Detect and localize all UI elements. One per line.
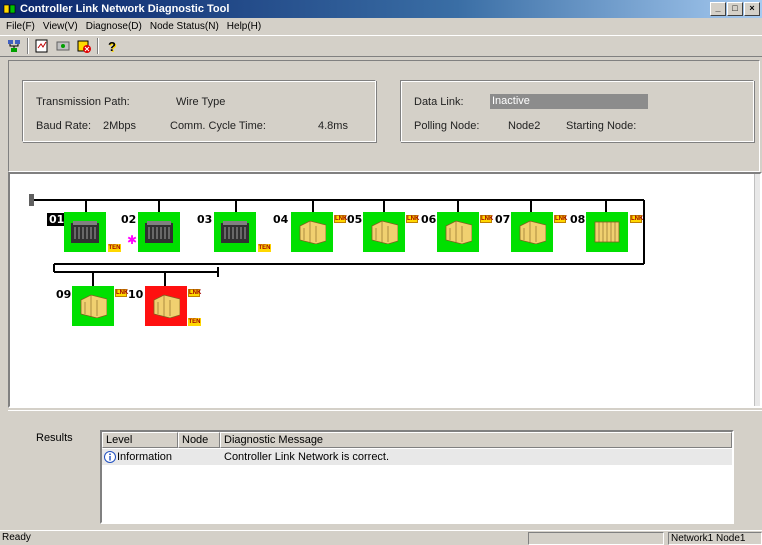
- node-08[interactable]: LNK: [586, 212, 643, 252]
- node-03[interactable]: TEN: [214, 212, 271, 252]
- node-number-07: 07: [495, 213, 511, 226]
- plc-dark-icon: [71, 221, 99, 243]
- results-list[interactable]: Level Node Diagnostic Message Informatio…: [100, 430, 734, 524]
- lnk-badge: LNK: [188, 289, 202, 297]
- plc-tan-icon: [519, 220, 546, 244]
- ten-badge: TEN: [188, 318, 201, 326]
- plc-tan-icon: [299, 220, 326, 244]
- lnk-badge: LNK: [334, 215, 348, 223]
- node-number-02: 02: [121, 213, 137, 226]
- status-network-node: Network1 Node1: [668, 532, 762, 545]
- node-06[interactable]: LNK: [437, 212, 493, 252]
- node-number-08: 08: [570, 213, 586, 226]
- status-bar: Ready Network1 Node1: [0, 530, 762, 545]
- node-number-04: 04: [273, 213, 289, 226]
- plc-dark-icon: [145, 221, 173, 243]
- lnk-badge: LNK: [554, 215, 568, 223]
- plc-tan-icon: [594, 221, 620, 243]
- lnk-badge: LNK: [406, 215, 420, 223]
- node-01[interactable]: TEN: [64, 212, 121, 252]
- ten-badge: TEN: [108, 244, 121, 252]
- node-number-06: 06: [421, 213, 437, 226]
- node-number-03: 03: [197, 213, 213, 226]
- plc-tan-icon: [80, 294, 107, 318]
- column-header-level[interactable]: Level: [102, 432, 178, 448]
- column-header-message[interactable]: Diagnostic Message: [220, 432, 732, 448]
- node-number-10: 10: [128, 288, 144, 301]
- column-header-node[interactable]: Node: [178, 432, 220, 448]
- ten-badge: TEN: [258, 244, 271, 252]
- node-number-05: 05: [347, 213, 363, 226]
- lnk-badge: LNK: [630, 215, 644, 223]
- information-icon: [104, 451, 116, 463]
- plc-tan-icon: [153, 294, 180, 318]
- node-number-09: 09: [56, 288, 72, 301]
- node-04[interactable]: LNK: [291, 212, 347, 252]
- results-label: Results: [36, 432, 73, 444]
- node-05[interactable]: LNK: [363, 212, 419, 252]
- node-02[interactable]: [138, 212, 180, 252]
- result-level: Information: [117, 451, 173, 463]
- result-message: Controller Link Network is correct.: [224, 451, 390, 463]
- lnk-badge: LNK: [480, 215, 494, 223]
- lnk-badge: LNK: [115, 289, 129, 297]
- polling-star-icon: ✱: [127, 233, 138, 247]
- plc-tan-icon: [371, 220, 398, 244]
- node-07[interactable]: LNK: [511, 212, 567, 252]
- node-09[interactable]: LNK: [72, 286, 128, 326]
- node-10[interactable]: LNK TEN: [145, 286, 201, 326]
- table-row[interactable]: Information Controller Link Network is c…: [102, 449, 732, 465]
- plc-dark-icon: [221, 221, 249, 243]
- plc-tan-icon: [445, 220, 472, 244]
- status-pane-empty: [528, 532, 664, 545]
- status-text: Ready: [2, 532, 31, 543]
